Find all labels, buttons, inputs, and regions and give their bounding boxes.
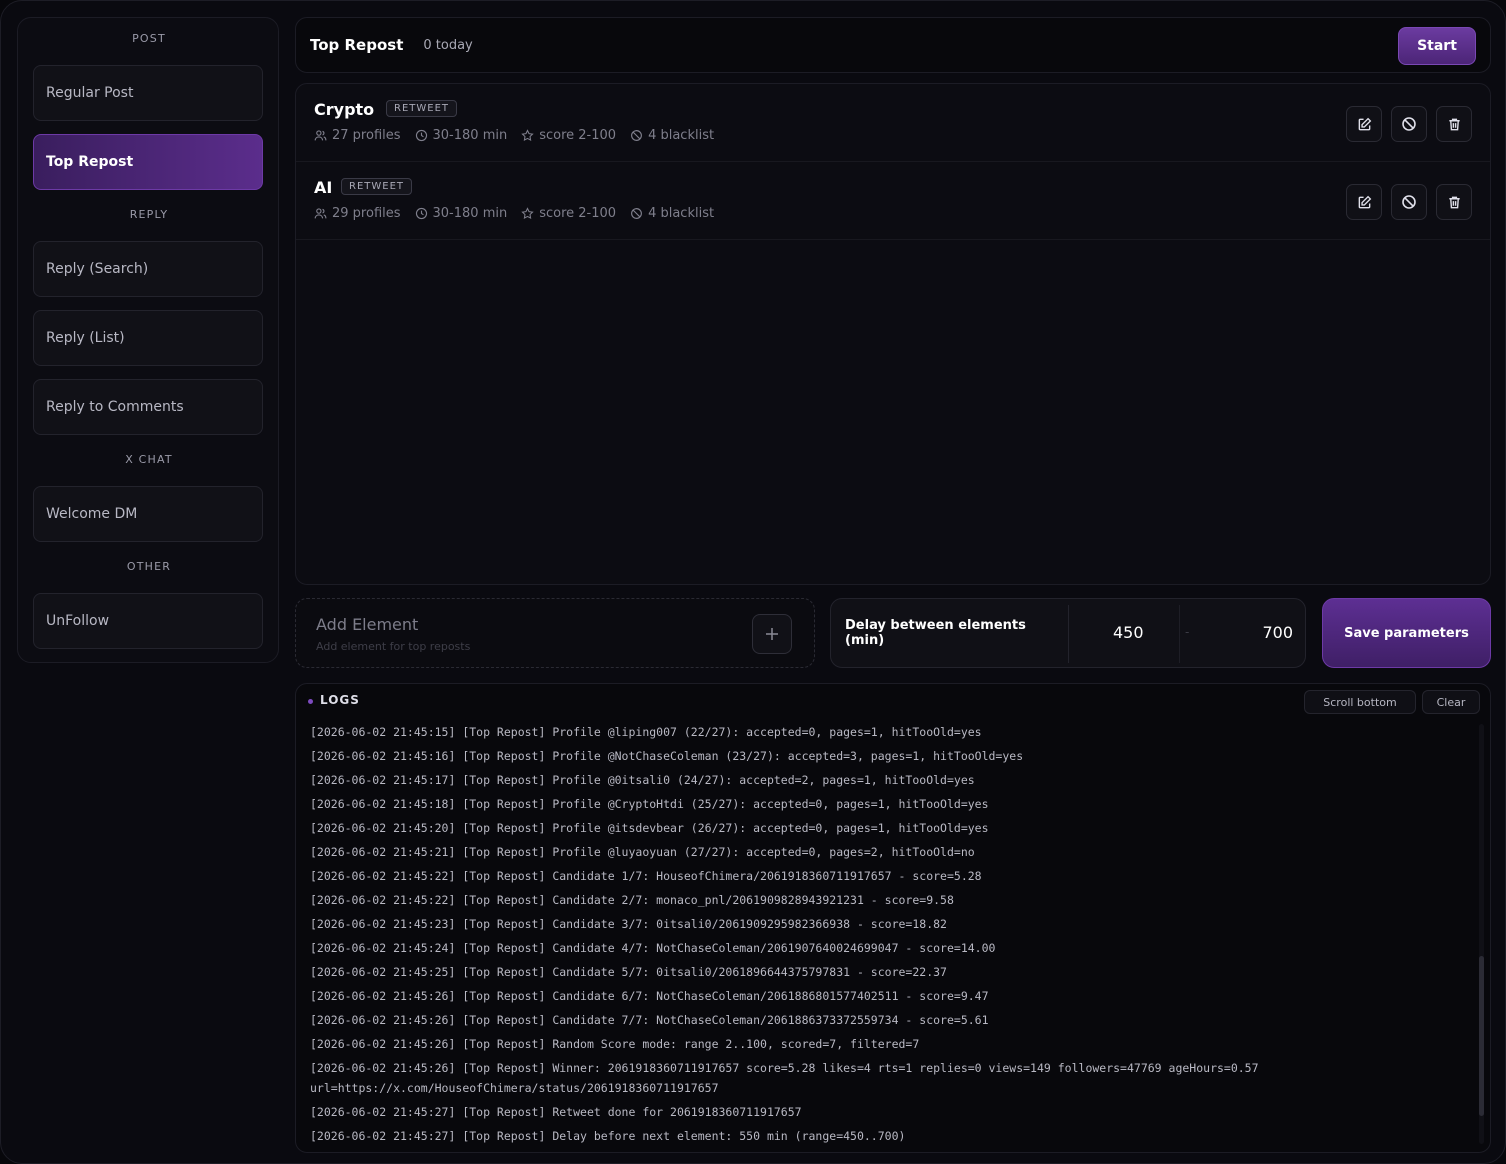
app-window: POST Regular Post Top Repost REPLY Reply… bbox=[0, 0, 1506, 1164]
users-icon bbox=[314, 130, 327, 141]
sidebar-section-post: POST bbox=[132, 32, 166, 45]
delay-min-input[interactable]: 450 bbox=[1113, 623, 1144, 642]
divider bbox=[1179, 605, 1180, 663]
sidebar-section-reply: REPLY bbox=[129, 208, 169, 221]
ban-icon bbox=[1402, 195, 1416, 209]
log-line: [2026-06-02 21:45:27] [Top Repost] Delay… bbox=[310, 1129, 906, 1143]
score-range: score 2-100 bbox=[539, 206, 617, 221]
delay-label: Delay between elements (min) bbox=[845, 618, 1026, 648]
add-element-subtitle: Add element for top reposts bbox=[316, 640, 471, 653]
edit-button[interactable] bbox=[1346, 106, 1382, 142]
sidebar-item-reply-search[interactable]: Reply (Search) bbox=[33, 241, 263, 297]
logs-header: LOGS Scroll bottom Clear bbox=[296, 684, 1490, 720]
scroll-bottom-button[interactable]: Scroll bottom bbox=[1304, 690, 1416, 714]
edit-button[interactable] bbox=[1346, 184, 1382, 220]
star-icon bbox=[521, 129, 534, 142]
logs-dot-icon bbox=[308, 699, 313, 704]
top-bar: Top Repost 0 today Start bbox=[295, 17, 1491, 73]
interval-range: 30-180 min bbox=[432, 206, 508, 221]
clock-icon bbox=[415, 207, 427, 220]
blacklist-count: 4 blacklist bbox=[648, 128, 715, 143]
element-name: AI bbox=[314, 178, 333, 197]
element-name: Crypto bbox=[314, 100, 375, 119]
log-scrollbar-thumb[interactable] bbox=[1479, 956, 1484, 1116]
start-button[interactable]: Start bbox=[1398, 27, 1476, 65]
type-badge: RETWEET bbox=[386, 100, 458, 117]
log-line: [2026-06-02 21:45:15] [Top Repost] Profi… bbox=[310, 725, 982, 739]
log-line: [2026-06-02 21:45:21] [Top Repost] Profi… bbox=[310, 845, 975, 859]
save-parameters-button[interactable]: Save parameters bbox=[1322, 598, 1491, 668]
log-line: [2026-06-02 21:45:17] [Top Repost] Profi… bbox=[310, 773, 975, 787]
log-line: [2026-06-02 21:45:20] [Top Repost] Profi… bbox=[310, 821, 989, 835]
log-line: [2026-06-02 21:45:26] [Top Repost] Rando… bbox=[310, 1037, 920, 1051]
sidebar-item-unfollow[interactable]: UnFollow bbox=[33, 593, 263, 649]
page-title: Top Repost bbox=[310, 36, 404, 54]
sidebar-section-other: OTHER bbox=[126, 560, 172, 573]
profiles-count: 27 profiles bbox=[332, 128, 401, 143]
interval-range: 30-180 min bbox=[432, 128, 508, 143]
disable-button[interactable] bbox=[1391, 106, 1427, 142]
edit-icon bbox=[1358, 195, 1371, 208]
delete-button[interactable] bbox=[1436, 184, 1472, 220]
disable-button[interactable] bbox=[1391, 184, 1427, 220]
log-line: [2026-06-02 21:45:25] [Top Repost] Candi… bbox=[310, 965, 947, 979]
divider bbox=[1068, 605, 1069, 663]
edit-icon bbox=[1358, 117, 1371, 130]
log-line: [2026-06-02 21:45:27] [Top Repost] Retwe… bbox=[310, 1105, 802, 1119]
log-line: [2026-06-02 21:45:26] [Top Repost] Winne… bbox=[310, 1061, 1266, 1095]
ban-icon bbox=[1402, 117, 1416, 131]
add-element-title: Add Element bbox=[316, 615, 419, 634]
delay-max-input[interactable]: 700 bbox=[1262, 623, 1293, 642]
plus-icon bbox=[766, 628, 778, 640]
trash-icon bbox=[1448, 118, 1460, 130]
log-line: [2026-06-02 21:45:16] [Top Repost] Profi… bbox=[310, 749, 1024, 763]
log-line: [2026-06-02 21:45:26] [Top Repost] Candi… bbox=[310, 989, 989, 1003]
ban-icon bbox=[631, 208, 643, 219]
ban-icon bbox=[631, 130, 643, 141]
log-line: [2026-06-02 21:45:22] [Top Repost] Candi… bbox=[310, 893, 954, 907]
sidebar-item-regular-post[interactable]: Regular Post bbox=[33, 65, 263, 121]
log-line: [2026-06-02 21:45:22] [Top Repost] Candi… bbox=[310, 869, 982, 883]
sidebar-item-reply-to-comments[interactable]: Reply to Comments bbox=[33, 379, 263, 435]
users-icon bbox=[314, 208, 327, 219]
sidebar-item-top-repost[interactable]: Top Repost bbox=[33, 134, 263, 190]
today-count: 0 today bbox=[423, 37, 473, 53]
blacklist-count: 4 blacklist bbox=[648, 206, 715, 221]
log-line: [2026-06-02 21:45:26] [Top Repost] Candi… bbox=[310, 1013, 989, 1027]
score-range: score 2-100 bbox=[539, 128, 617, 143]
sidebar-item-welcome-dm[interactable]: Welcome DM bbox=[33, 486, 263, 542]
range-separator: - bbox=[1185, 625, 1190, 639]
star-icon bbox=[521, 207, 534, 220]
element-meta: 27 profiles 30-180 min score 2-100 4 bla… bbox=[314, 128, 728, 143]
sidebar: POST Regular Post Top Repost REPLY Reply… bbox=[17, 17, 279, 663]
delete-button[interactable] bbox=[1436, 106, 1472, 142]
sidebar-item-reply-list[interactable]: Reply (List) bbox=[33, 310, 263, 366]
log-line: [2026-06-02 21:45:23] [Top Repost] Candi… bbox=[310, 917, 947, 931]
type-badge: RETWEET bbox=[341, 178, 413, 195]
add-element-panel[interactable]: Add Element Add element for top reposts bbox=[295, 598, 815, 668]
log-line: [2026-06-02 21:45:18] [Top Repost] Profi… bbox=[310, 797, 989, 811]
log-lines: [2026-06-02 21:45:15] [Top Repost] Profi… bbox=[310, 722, 1470, 1150]
element-meta: 29 profiles 30-180 min score 2-100 4 bla… bbox=[314, 206, 728, 221]
clock-icon bbox=[415, 129, 427, 142]
trash-icon bbox=[1448, 196, 1460, 208]
list-item: Crypto RETWEET 27 profiles 30-180 min sc… bbox=[296, 84, 1490, 162]
logs-panel: LOGS Scroll bottom Clear [2026-06-02 21:… bbox=[295, 683, 1491, 1153]
elements-list: Crypto RETWEET 27 profiles 30-180 min sc… bbox=[295, 83, 1491, 585]
log-line: [2026-06-02 21:45:24] [Top Repost] Candi… bbox=[310, 941, 996, 955]
logs-title: LOGS bbox=[320, 693, 360, 707]
list-item: AI RETWEET 29 profiles 30-180 min score … bbox=[296, 162, 1490, 240]
profiles-count: 29 profiles bbox=[332, 206, 401, 221]
delay-settings: Delay between elements (min) 450 - 700 bbox=[830, 598, 1306, 668]
clear-logs-button[interactable]: Clear bbox=[1422, 690, 1480, 714]
add-element-button[interactable] bbox=[752, 614, 792, 654]
sidebar-section-x-chat: X CHAT bbox=[125, 453, 173, 466]
